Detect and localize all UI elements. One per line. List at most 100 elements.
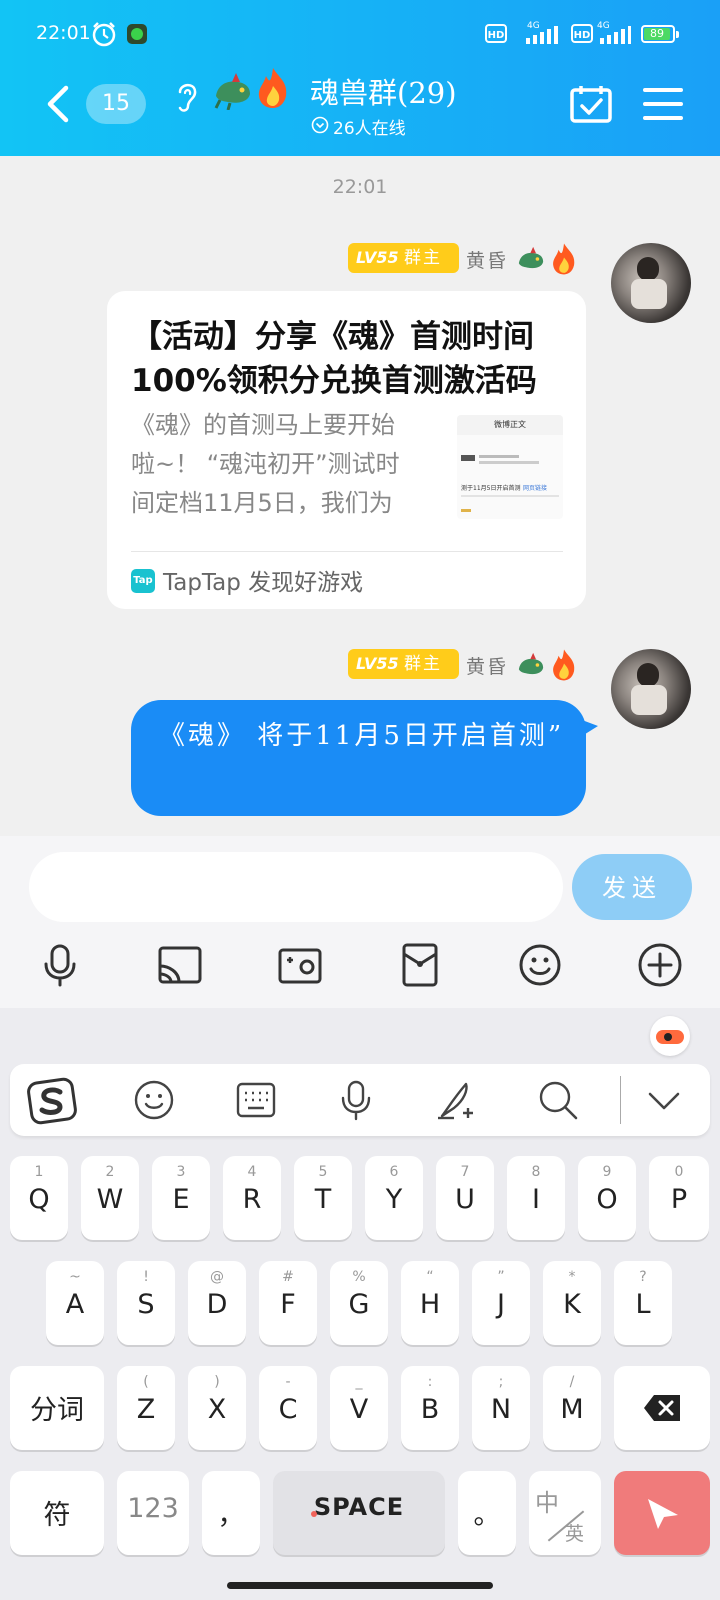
toolbar-divider [620,1076,621,1124]
dragon-emoji-icon [214,73,250,110]
key-e[interactable]: 3E [152,1156,210,1240]
message-timestamp: 22:01 [332,176,388,198]
symbol-key[interactable]: 符 [10,1471,104,1555]
period-key[interactable]: 。 [458,1471,516,1555]
key-w[interactable]: 2W [81,1156,139,1240]
key-a[interactable]: ~ A [46,1261,104,1345]
key-g[interactable]: % G [330,1261,388,1345]
card-description: 《魂》的首测马上要开始啦~！ “魂沌初开”测试时间定档11月5日，我们为大家准备… [131,411,400,517]
comma-key[interactable]: ， [202,1471,260,1555]
key-k[interactable]: * K [543,1261,601,1345]
key-u[interactable]: 7U [436,1156,494,1240]
battery-level: 89 [644,28,670,40]
level-badge: LV55 群主 [348,649,459,679]
lang-top-label: 中 [535,1489,559,1517]
back-arrow-icon[interactable] [42,84,72,124]
ear-icon[interactable] [172,78,202,114]
backspace-icon [644,1395,680,1421]
role-text: 群主 [404,248,442,268]
group-name[interactable]: 魂兽群(29) [310,70,457,112]
keyboard-toolbar [10,1064,710,1136]
key-v[interactable]: _ V [330,1366,388,1450]
signal-icon-1 [526,26,558,44]
card-title: 【活动】分享《魂》首测时间 100%领积分兑换首测激活码 [131,319,537,399]
menu-icon[interactable] [643,86,683,122]
home-indicator[interactable] [227,1582,493,1589]
message-input[interactable] [29,852,563,922]
key-j[interactable]: ” J [472,1261,530,1345]
signal-icon-2 [600,26,631,44]
bubble-tail [582,720,598,736]
input-area: 发送 [0,836,720,1008]
thumb-link: 网页链接 [523,485,548,492]
key-b[interactable]: :B [401,1366,459,1450]
key-p[interactable]: 0P [649,1156,709,1240]
sender-name[interactable]: 黄昏 [466,246,508,273]
key-c[interactable]: -C [259,1366,317,1450]
key-q[interactable]: 1Q [10,1156,68,1240]
key-y[interactable]: 6Y [365,1156,423,1240]
handwriting-icon[interactable] [434,1078,478,1122]
key-l[interactable]: ? L [614,1261,672,1345]
space-dot-icon [311,1511,317,1517]
key-h[interactable]: “H [401,1261,459,1345]
calendar-check-icon[interactable] [569,84,613,124]
status-time: 22:01 [36,22,91,44]
level-text: LV55 [356,654,399,673]
collapse-icon[interactable] [642,1078,686,1122]
keyboard-icon[interactable] [234,1078,278,1122]
card-divider [131,551,563,552]
emoji-icon[interactable] [517,942,563,988]
key-t[interactable]: 5T [294,1156,352,1240]
dropdown-circle-icon[interactable] [311,116,329,134]
space-key[interactable]: SPACE [273,1471,445,1555]
hd-badge-2: HD [571,24,593,43]
backspace-key[interactable] [614,1366,710,1450]
key-o[interactable]: 9O [578,1156,636,1240]
key-m[interactable]: / M [543,1366,601,1450]
avatar[interactable] [611,243,691,323]
taptap-logo-icon: Tap [131,569,155,593]
alarm-icon [92,22,116,47]
fire-emoji-icon [258,68,287,108]
dragon-emoji-icon [518,652,544,675]
lang-bottom-label: 英 [565,1523,585,1545]
key-n[interactable]: ; N [472,1366,530,1450]
link-card[interactable]: 【活动】分享《魂》首测时间 100%领积分兑换首测激活码 《魂》的首测马上要开始… [107,291,586,609]
voice-icon[interactable] [334,1078,378,1122]
enter-key[interactable] [614,1471,710,1555]
sender-name[interactable]: 黄昏 [466,652,508,679]
key-x[interactable]: ) X [188,1366,246,1450]
sogou-logo-icon[interactable] [26,1076,78,1126]
key-d[interactable]: @ D [188,1261,246,1345]
key-s[interactable]: ! S [117,1261,175,1345]
key-z[interactable]: (Z [117,1366,175,1450]
microphone-icon[interactable] [37,942,83,988]
fire-emoji-icon [553,649,575,681]
level-badge: LV55 群主 [348,243,459,273]
avatar[interactable] [611,649,691,729]
key-r[interactable]: 4R [223,1156,281,1240]
online-count[interactable]: 26人在线 [333,114,406,139]
numeric-key[interactable]: 123 [117,1471,189,1555]
role-text: 群主 [404,654,442,674]
keyboard-mascot-icon[interactable] [650,1016,690,1056]
card-thumbnail: 微博正文 测于11月5日开启首测 网页链接 [457,415,563,519]
screen-cast-icon[interactable] [157,942,203,988]
language-switch-key[interactable]: 中 英 [529,1471,601,1555]
segment-key[interactable]: 分词 [10,1366,104,1450]
message-bubble[interactable]: 《魂》 将于11月5日开启首测” [131,700,586,816]
card-source: TapTap 发现好游戏 [163,570,364,596]
keyboard: 1Q 2W 3E 4R 5T 6Y 7U 8I 9O 0P ~ A ! S @ D #… [0,1008,720,1600]
key-f[interactable]: # F [259,1261,317,1345]
search-icon[interactable] [536,1078,580,1122]
plus-icon[interactable] [637,942,683,988]
key-i[interactable]: 8I [507,1156,565,1240]
unread-count-badge[interactable]: 15 [86,84,146,124]
app-notification-icon [127,24,147,44]
emoji-icon[interactable] [132,1078,176,1122]
red-packet-icon[interactable] [397,942,443,988]
photo-icon[interactable] [277,942,323,988]
send-button[interactable]: 发送 [572,854,692,920]
thumb-text: 测于11月5日开启首测 [461,485,521,492]
